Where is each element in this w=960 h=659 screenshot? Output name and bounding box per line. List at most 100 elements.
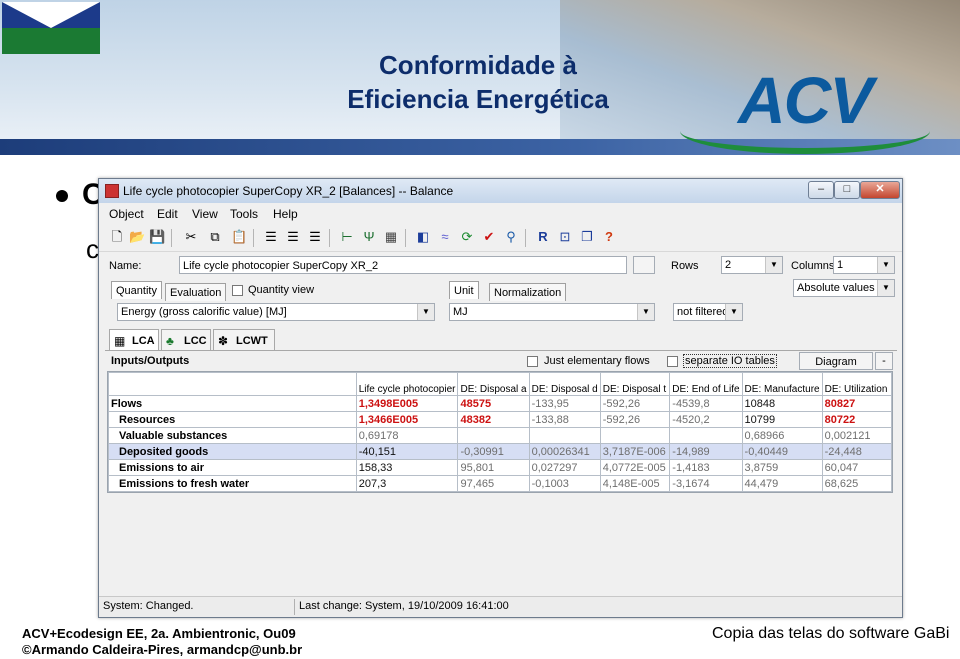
- tab-lca[interactable]: ▦ LCA: [109, 329, 159, 351]
- row-name[interactable]: Flows: [108, 395, 357, 412]
- table-cell[interactable]: [599, 427, 671, 444]
- tab-normalization[interactable]: Normalization: [489, 283, 567, 301]
- search-icon[interactable]: ⚲: [503, 229, 519, 245]
- help-icon[interactable]: ?: [601, 229, 617, 245]
- table-icon[interactable]: ▦: [383, 229, 399, 245]
- table-cell[interactable]: -0,30991: [457, 443, 530, 460]
- tab-lcc[interactable]: ♣ LCC: [161, 329, 211, 351]
- diagram-options-button[interactable]: -: [875, 352, 893, 370]
- new-icon[interactable]: 🗋: [109, 229, 125, 245]
- table-cell[interactable]: [457, 427, 530, 444]
- table-cell[interactable]: 0,002121: [821, 427, 893, 444]
- row-name[interactable]: Emissions to air: [108, 459, 357, 476]
- table-row[interactable]: Resources 1,3466E005 48382 -133,88 -592,26 -4…: [108, 411, 893, 428]
- table-cell[interactable]: 48382: [457, 411, 530, 428]
- table-cell[interactable]: -40,151: [355, 443, 459, 460]
- separate-io-checkbox[interactable]: [667, 356, 678, 367]
- close-button[interactable]: ✕: [860, 181, 900, 199]
- tree-icon[interactable]: ⊢: [339, 229, 355, 245]
- columns-select[interactable]: 1 ▼: [833, 256, 895, 274]
- table-cell[interactable]: -133,95: [528, 395, 601, 412]
- table-cell[interactable]: [669, 427, 743, 444]
- chart-icon[interactable]: ◧: [415, 229, 431, 245]
- table-cell[interactable]: -0,1003: [528, 475, 601, 492]
- table-cell[interactable]: 1,3466E005: [355, 411, 459, 428]
- quantity-view-checkbox[interactable]: [232, 285, 243, 296]
- column-header[interactable]: DE: Disposal d: [528, 372, 601, 396]
- align-right-icon[interactable]: ☰: [307, 229, 323, 245]
- column-header[interactable]: Life cycle photocopier: [355, 372, 459, 396]
- rows-select[interactable]: 2 ▼: [721, 256, 783, 274]
- table-cell[interactable]: -14,989: [669, 443, 743, 460]
- table-cell[interactable]: 0,69178: [355, 427, 459, 444]
- paste-icon[interactable]: 📋: [231, 229, 247, 245]
- table-cell[interactable]: 4,0772E-005: [599, 459, 671, 476]
- quantity-select[interactable]: Energy (gross calorific value) [MJ] ▼: [117, 303, 435, 321]
- tab-quantity[interactable]: Quantity: [111, 281, 162, 299]
- table-cell[interactable]: -0,40449: [741, 443, 823, 460]
- table-cell[interactable]: 48575: [457, 395, 530, 412]
- table-cell[interactable]: -1,4183: [669, 459, 743, 476]
- table-cell[interactable]: -3,1674: [669, 475, 743, 492]
- diagram-button[interactable]: Diagram: [799, 352, 873, 370]
- table-cell[interactable]: 3,8759: [741, 459, 823, 476]
- window-icon[interactable]: ❐: [579, 229, 595, 245]
- row-name[interactable]: Deposited goods: [108, 443, 357, 460]
- name-browse-button[interactable]: [633, 256, 655, 274]
- tab-unit[interactable]: Unit: [449, 281, 479, 299]
- check-icon[interactable]: ✔: [481, 229, 497, 245]
- unit-select[interactable]: MJ ▼: [449, 303, 655, 321]
- table-cell[interactable]: 60,047: [821, 459, 893, 476]
- table-cell[interactable]: 10848: [741, 395, 823, 412]
- row-name[interactable]: Emissions to fresh water: [108, 475, 357, 492]
- zoom-icon[interactable]: ⊡: [557, 229, 573, 245]
- minimize-button[interactable]: –: [808, 181, 834, 199]
- filter-icon[interactable]: Ψ: [361, 229, 377, 245]
- table-cell[interactable]: 44,479: [741, 475, 823, 492]
- table-row[interactable]: Valuable substances 0,69178 0,68966 0,00212…: [108, 427, 893, 444]
- table-cell[interactable]: 80827: [821, 395, 893, 412]
- menu-object[interactable]: Object: [109, 207, 144, 221]
- filter-select[interactable]: not filtered ▼: [673, 303, 743, 321]
- menu-view[interactable]: View: [192, 207, 218, 221]
- row-name[interactable]: Valuable substances: [108, 427, 357, 444]
- table-cell[interactable]: 97,465: [457, 475, 530, 492]
- table-cell[interactable]: 1,3498E005: [355, 395, 459, 412]
- maximize-button[interactable]: □: [834, 181, 860, 199]
- table-cell[interactable]: 3,7187E-006: [599, 443, 671, 460]
- elementary-flows-checkbox[interactable]: [527, 356, 538, 367]
- table-cell[interactable]: 4,148E-005: [599, 475, 671, 492]
- tab-lcwt[interactable]: ✽ LCWT: [213, 329, 275, 351]
- column-header[interactable]: DE: Utilization: [821, 372, 893, 396]
- cut-icon[interactable]: ✂: [183, 229, 199, 245]
- save-icon[interactable]: 💾: [149, 229, 165, 245]
- table-cell[interactable]: 158,33: [355, 459, 459, 476]
- table-row[interactable]: Emissions to air 158,33 95,801 0,027297 4,07…: [108, 459, 893, 476]
- table-cell[interactable]: [528, 427, 601, 444]
- table-cell[interactable]: 0,027297: [528, 459, 601, 476]
- align-center-icon[interactable]: ☰: [285, 229, 301, 245]
- table-cell[interactable]: -592,26: [599, 411, 671, 428]
- menu-edit[interactable]: Edit: [157, 207, 178, 221]
- column-header[interactable]: DE: Disposal a: [457, 372, 530, 396]
- table-row[interactable]: Flows 1,3498E005 48575 -133,95 -592,26 -4539,…: [108, 395, 893, 412]
- table-cell[interactable]: 80722: [821, 411, 893, 428]
- column-header[interactable]: DE: Disposal t: [599, 372, 671, 396]
- report-icon[interactable]: R: [535, 229, 551, 245]
- refresh-icon[interactable]: ⟳: [459, 229, 475, 245]
- open-icon[interactable]: 📂: [129, 229, 145, 245]
- table-cell[interactable]: 0,68966: [741, 427, 823, 444]
- table-cell[interactable]: -24,448: [821, 443, 893, 460]
- table-cell[interactable]: 207,3: [355, 475, 459, 492]
- table-cell[interactable]: -4520,2: [669, 411, 743, 428]
- trend-icon[interactable]: ≈: [437, 229, 453, 245]
- name-field[interactable]: Life cycle photocopier SuperCopy XR_2: [179, 256, 627, 274]
- table-row[interactable]: Emissions to fresh water 207,3 97,465 -0,10…: [108, 475, 893, 492]
- table-cell[interactable]: 95,801: [457, 459, 530, 476]
- table-cell[interactable]: -4539,8: [669, 395, 743, 412]
- table-cell[interactable]: 68,625: [821, 475, 893, 492]
- row-name[interactable]: Resources: [108, 411, 357, 428]
- copy-icon[interactable]: ⧉: [207, 229, 223, 245]
- absolute-values-select[interactable]: Absolute values ▼: [793, 279, 895, 297]
- menu-tools[interactable]: Tools: [230, 207, 258, 221]
